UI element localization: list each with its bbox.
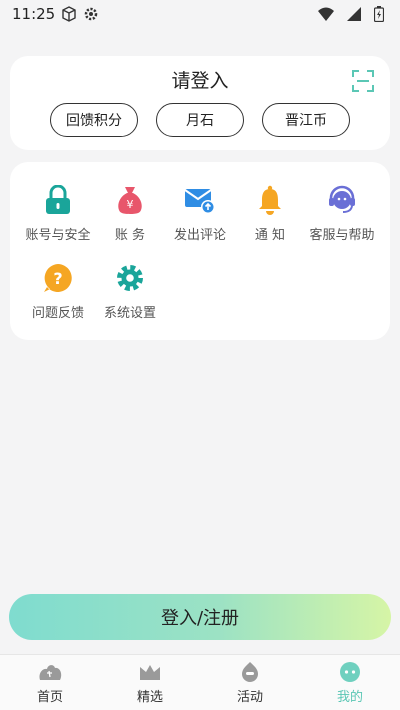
money-bag-icon: ¥ [114,184,146,216]
status-bar: 11:25 [0,0,400,28]
bottom-nav: 首页 精选 活动 我的 [0,654,400,710]
headset-icon [326,184,358,216]
wifi-icon [318,6,334,22]
svg-text:¥: ¥ [127,198,134,211]
menu-item-customer-service[interactable]: 客服与帮助 [306,184,378,243]
mail-upload-icon [184,184,216,216]
package-icon [61,6,77,22]
profile-icon [338,661,362,683]
menu-item-account-security[interactable]: 账号与安全 [22,184,94,243]
signal-icon [346,6,362,22]
battery-icon [374,6,390,22]
menu-item-label: 账 务 [114,228,146,243]
login-register-button[interactable]: 登入/注册 [9,594,391,640]
menu-item-label: 客服与帮助 [309,228,375,243]
menu-item-posted-comments[interactable]: 发出评论 [164,184,236,243]
rewards-points-button[interactable]: 回馈积分 [50,103,138,137]
settings-status-icon [83,6,99,22]
nav-item-home[interactable]: 首页 [0,655,100,710]
gear-icon [114,262,146,294]
menu-item-label: 账号与安全 [25,228,91,243]
home-icon [38,661,62,683]
login-prompt[interactable]: 请登入 [10,66,390,93]
login-card: 请登入 回馈积分 月石 晋江币 [10,56,390,150]
nav-label: 首页 [36,690,63,705]
nav-item-profile[interactable]: 我的 [300,655,400,710]
crown-icon [138,661,162,683]
menu-item-system-settings[interactable]: 系统设置 [94,262,166,321]
lock-icon [42,184,74,216]
nav-label: 我的 [336,690,363,705]
menu-item-label: 系统设置 [103,306,156,321]
status-time: 11:25 [12,5,56,23]
menu-grid: 账号与安全 ¥ 账 务 发出评论 通 知 客服与帮助 ? 问题反馈 系统设置 [10,162,390,340]
nav-label: 活动 [236,690,263,705]
nav-label: 精选 [136,690,163,705]
bell-icon [254,184,286,216]
menu-item-label: 问题反馈 [31,306,84,321]
menu-item-feedback[interactable]: ? 问题反馈 [22,262,94,321]
activity-icon [238,661,262,683]
menu-item-label: 发出评论 [173,228,226,243]
jjwxc-coin-button[interactable]: 晋江币 [262,103,350,137]
menu-item-notifications[interactable]: 通 知 [234,184,306,243]
menu-item-label: 通 知 [254,228,286,243]
scan-icon[interactable] [352,70,374,92]
moonstone-button[interactable]: 月石 [156,103,244,137]
nav-item-activities[interactable]: 活动 [200,655,300,710]
menu-item-billing[interactable]: ¥ 账 务 [94,184,166,243]
nav-item-featured[interactable]: 精选 [100,655,200,710]
svg-text:?: ? [53,269,62,288]
question-icon: ? [42,262,74,294]
